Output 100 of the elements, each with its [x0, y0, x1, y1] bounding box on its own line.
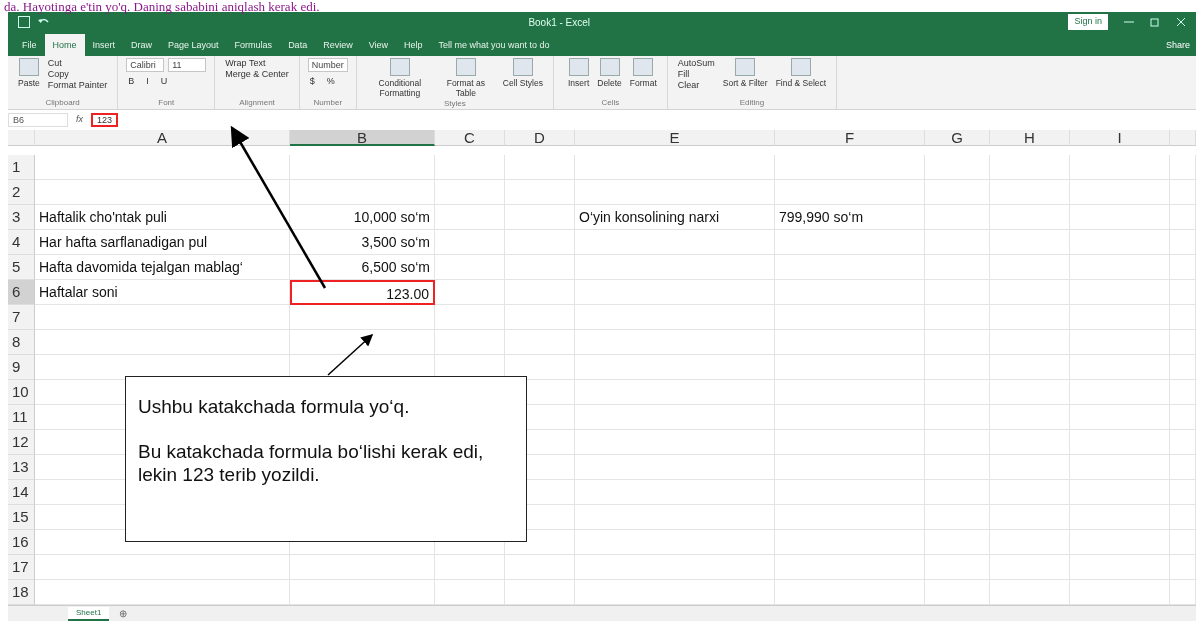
empty-cell[interactable]	[775, 305, 925, 330]
row-header[interactable]: 6	[8, 280, 35, 305]
empty-cell[interactable]	[925, 255, 990, 280]
ribbon-button[interactable]: Cell Styles	[500, 58, 545, 88]
add-sheet-button[interactable]: ⊕	[119, 606, 128, 621]
empty-cell[interactable]	[1070, 355, 1170, 380]
empty-cell[interactable]	[775, 180, 925, 205]
empty-cell[interactable]	[1170, 405, 1196, 430]
ribbon-button[interactable]: Wrap Text	[223, 58, 291, 69]
empty-cell[interactable]	[775, 455, 925, 480]
empty-cell[interactable]	[925, 155, 990, 180]
empty-cell[interactable]	[925, 555, 990, 580]
empty-cell[interactable]	[435, 255, 505, 280]
ribbon-button[interactable]: Fill	[675, 69, 717, 80]
empty-cell[interactable]	[1070, 380, 1170, 405]
empty-cell[interactable]	[575, 455, 775, 480]
empty-cell[interactable]	[1170, 255, 1196, 280]
row-header[interactable]: 10	[8, 380, 35, 405]
row-header[interactable]: 17	[8, 555, 35, 580]
empty-cell[interactable]	[575, 380, 775, 405]
empty-cell[interactable]	[925, 505, 990, 530]
row-header[interactable]: 8	[8, 330, 35, 355]
empty-cell[interactable]	[575, 280, 775, 305]
sheet-tab[interactable]: Sheet1	[68, 606, 110, 621]
column-header[interactable]: H	[990, 130, 1070, 146]
ribbon-button[interactable]: $	[307, 76, 317, 87]
empty-cell[interactable]	[1170, 555, 1196, 580]
function-label[interactable]: fx	[76, 113, 83, 127]
empty-cell[interactable]	[990, 155, 1070, 180]
ribbon-button[interactable]: AutoSum	[675, 58, 717, 69]
row-header[interactable]: 1	[8, 155, 35, 180]
ribbon-button[interactable]: Cut	[45, 58, 110, 69]
ribbon-button[interactable]: Conditional Formatting	[368, 58, 431, 98]
empty-cell[interactable]	[775, 355, 925, 380]
empty-cell[interactable]	[1070, 405, 1170, 430]
empty-cell[interactable]	[775, 155, 925, 180]
ribbon-button[interactable]: U	[158, 76, 170, 87]
row-header[interactable]: 13	[8, 455, 35, 480]
empty-cell[interactable]	[575, 355, 775, 380]
empty-cell[interactable]	[775, 280, 925, 305]
ribbon-button[interactable]: %	[324, 76, 337, 87]
column-header[interactable]: B	[290, 130, 435, 146]
row-header[interactable]: 18	[8, 580, 35, 605]
ribbon-button[interactable]: Format as Table	[434, 58, 497, 98]
column-header[interactable]: I	[1070, 130, 1170, 146]
row-header[interactable]: 7	[8, 305, 35, 330]
empty-cell[interactable]	[775, 555, 925, 580]
empty-cell[interactable]	[775, 530, 925, 555]
empty-cell[interactable]	[1170, 205, 1196, 230]
ribbon-tab[interactable]: Draw	[123, 33, 161, 56]
empty-cell[interactable]	[925, 205, 990, 230]
empty-cell[interactable]	[505, 205, 575, 230]
empty-cell[interactable]	[925, 455, 990, 480]
empty-cell[interactable]	[505, 155, 575, 180]
ribbon-tab[interactable]: Page Layout	[160, 33, 227, 56]
empty-cell[interactable]	[435, 280, 505, 305]
empty-cell[interactable]	[1070, 555, 1170, 580]
row-header[interactable]: 9	[8, 355, 35, 380]
formula-field[interactable]: 123	[91, 113, 119, 127]
empty-cell[interactable]	[1070, 505, 1170, 530]
close-icon[interactable]	[1176, 17, 1186, 27]
empty-cell[interactable]	[1170, 330, 1196, 355]
empty-cell[interactable]	[1170, 280, 1196, 305]
ribbon-button[interactable]: Sort & Filter	[720, 58, 770, 88]
empty-cell[interactable]	[1070, 305, 1170, 330]
ribbon-tab[interactable]: View	[360, 33, 396, 56]
empty-cell[interactable]	[505, 555, 575, 580]
empty-cell[interactable]	[775, 380, 925, 405]
empty-cell[interactable]	[925, 330, 990, 355]
row-header[interactable]: 12	[8, 430, 35, 455]
save-icon[interactable]	[18, 16, 30, 28]
empty-cell[interactable]	[990, 380, 1070, 405]
empty-cell[interactable]	[290, 330, 435, 355]
ribbon-tab[interactable]: Insert	[84, 33, 124, 56]
ribbon-tab[interactable]: Home	[44, 33, 85, 56]
ribbon-tab[interactable]: File	[14, 33, 45, 56]
column-header[interactable]: F	[775, 130, 925, 146]
empty-cell[interactable]	[925, 280, 990, 305]
empty-cell[interactable]	[925, 530, 990, 555]
empty-cell[interactable]	[925, 480, 990, 505]
empty-cell[interactable]	[925, 380, 990, 405]
row-header[interactable]: 14	[8, 480, 35, 505]
empty-cell[interactable]	[575, 405, 775, 430]
empty-cell[interactable]	[1170, 180, 1196, 205]
empty-cell[interactable]	[990, 180, 1070, 205]
empty-cell[interactable]	[990, 355, 1070, 380]
empty-cell[interactable]	[925, 355, 990, 380]
empty-cell[interactable]	[775, 230, 925, 255]
column-header[interactable]: G	[925, 130, 990, 146]
empty-cell[interactable]	[990, 480, 1070, 505]
empty-cell[interactable]	[435, 155, 505, 180]
empty-cell[interactable]	[1070, 430, 1170, 455]
empty-cell[interactable]	[1170, 230, 1196, 255]
empty-cell[interactable]	[1070, 330, 1170, 355]
empty-cell[interactable]	[575, 230, 775, 255]
empty-cell[interactable]	[925, 230, 990, 255]
empty-cell[interactable]	[1070, 205, 1170, 230]
empty-cell[interactable]	[505, 230, 575, 255]
empty-cell[interactable]	[775, 480, 925, 505]
share-button[interactable]: Share	[1165, 38, 1190, 56]
